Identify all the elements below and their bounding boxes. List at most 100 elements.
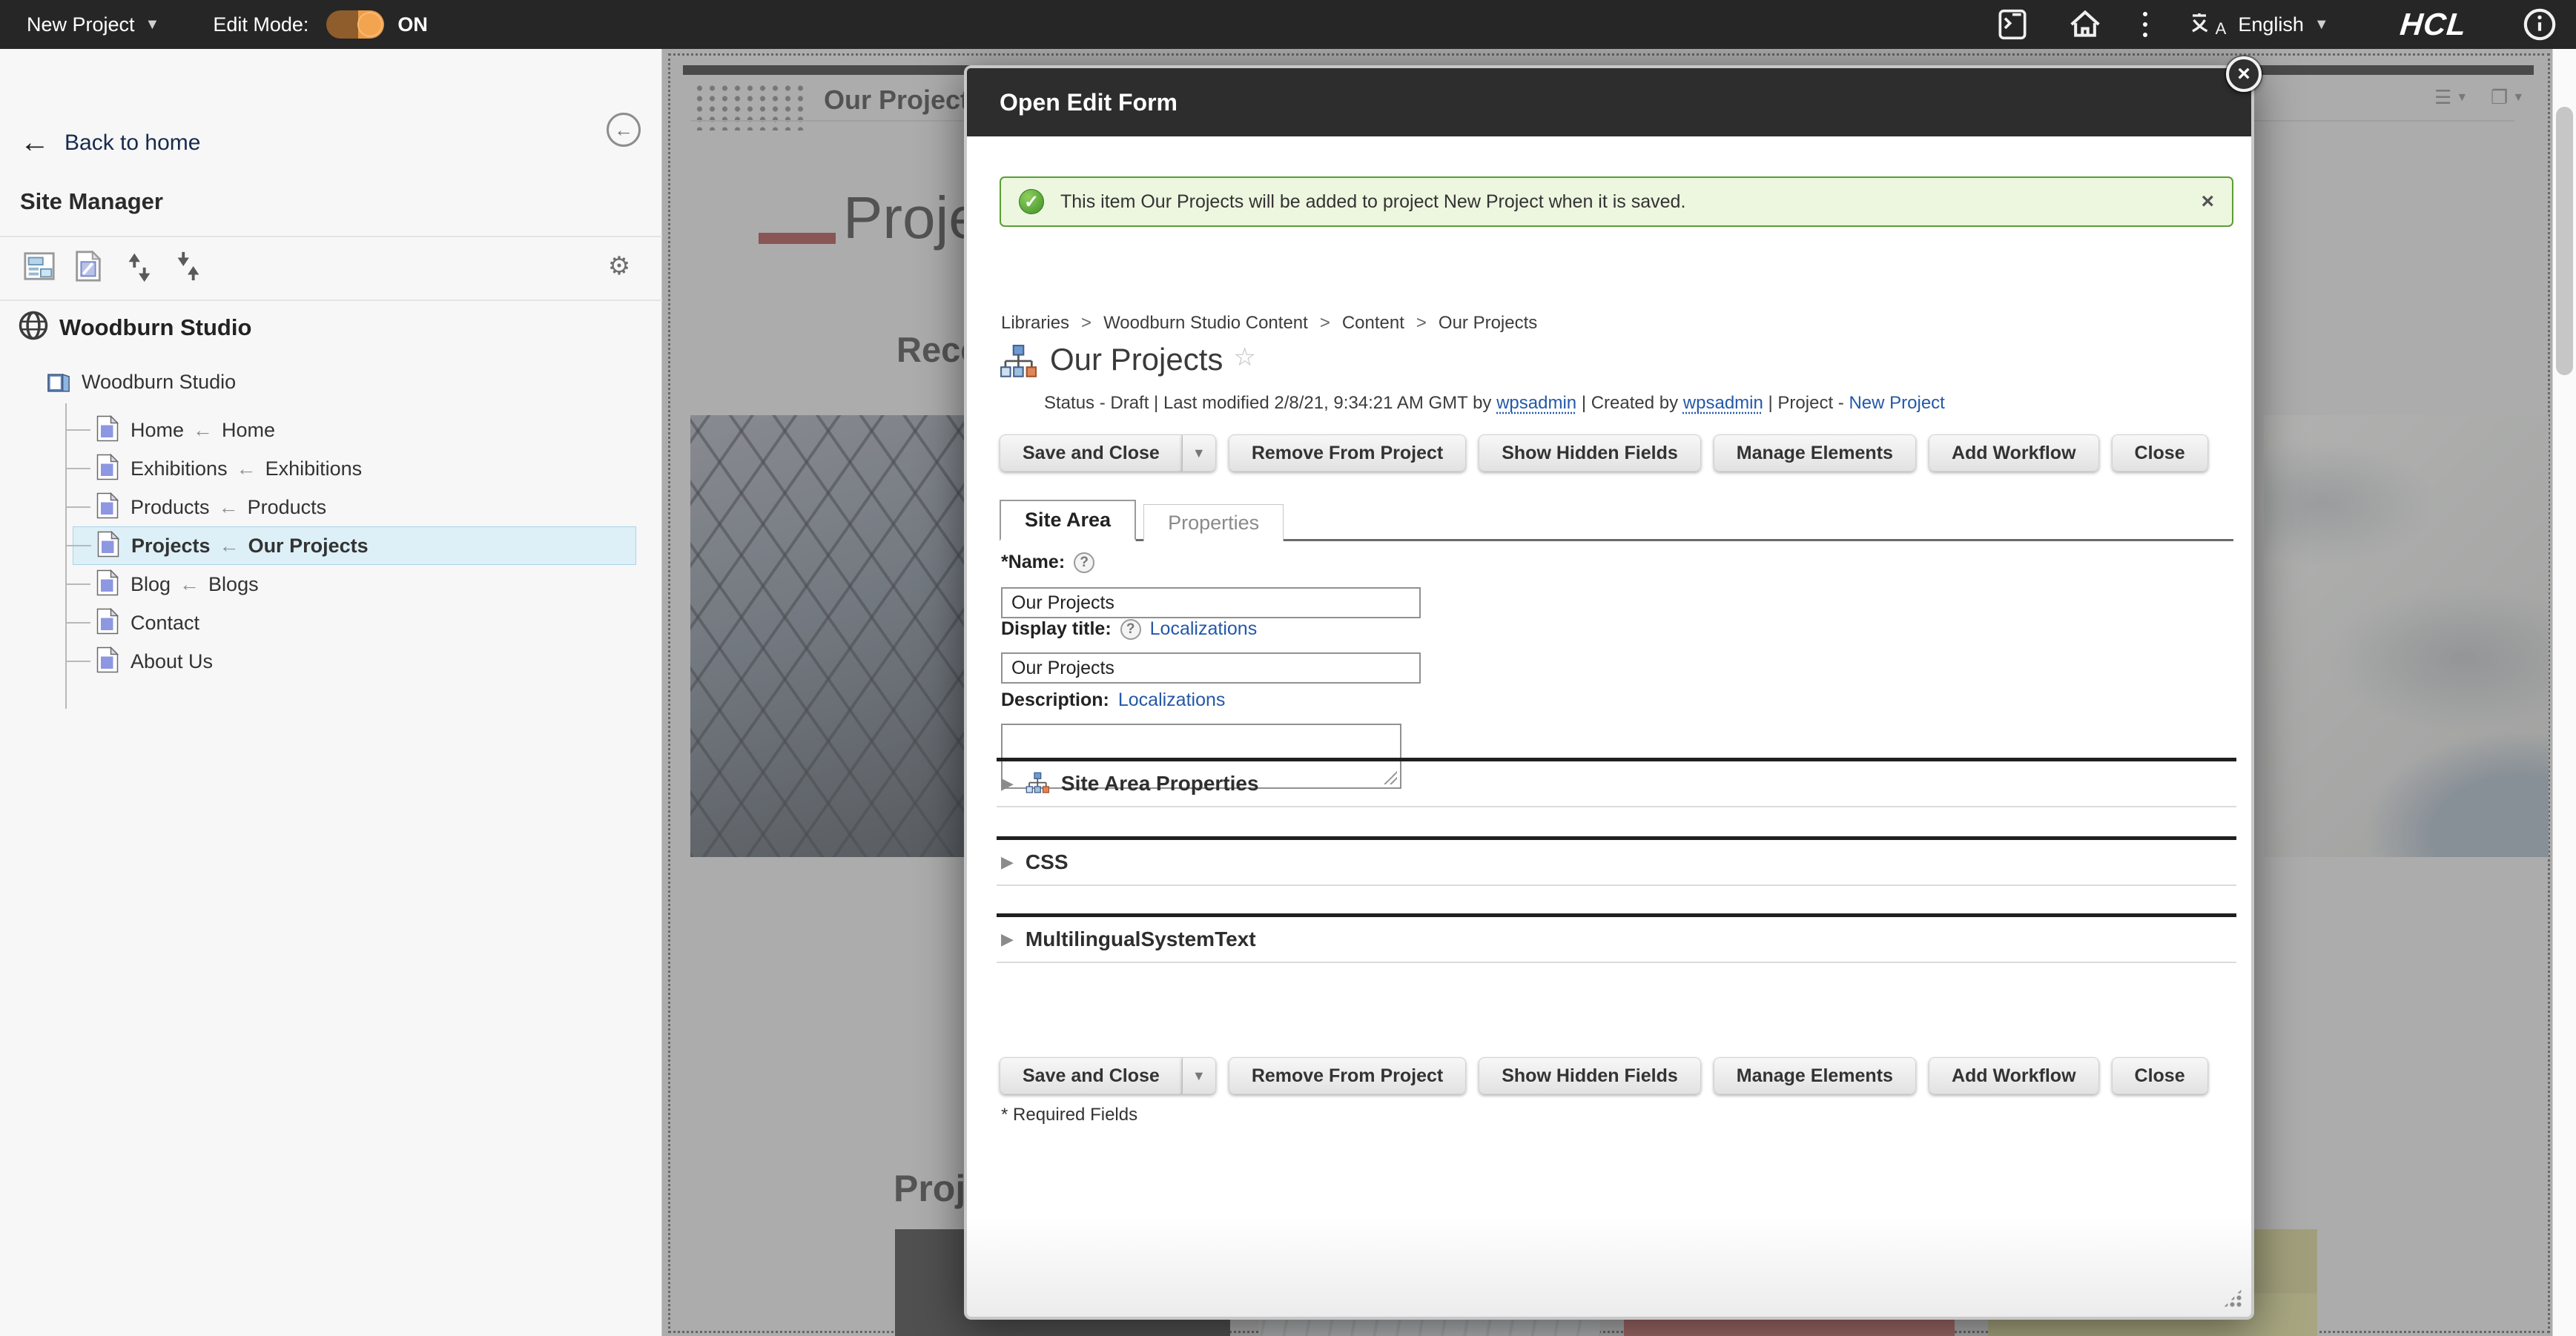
page-icon [96,415,119,446]
tree-item-home[interactable]: Home←Home [73,411,636,449]
success-check-icon: ✓ [1019,189,1044,214]
tree-item-projects-selected[interactable]: Projects←Our Projects [73,526,636,565]
language-selector[interactable]: English ▼ [2238,13,2328,36]
remove-from-project-button[interactable]: Remove From Project [1229,434,1466,472]
new-content-icon[interactable] [71,249,105,287]
site-header: Woodburn Studio [18,310,251,345]
site-name: Woodburn Studio [59,314,251,341]
project-selector-label: New Project [27,13,135,36]
breadcrumb-library[interactable]: Woodburn Studio Content [1103,313,1308,334]
display-title-localizations-link[interactable]: Localizations [1150,618,1258,640]
project-selector[interactable]: New Project ▼ [27,13,159,36]
info-icon[interactable] [2523,7,2557,42]
expand-all-icon[interactable] [122,249,156,287]
edit-mode-state: ON [397,13,428,36]
display-title-input[interactable] [1001,652,1421,684]
section-site-area-properties[interactable]: ▶ Site Area Properties [997,758,2236,807]
success-message: ✓ This item Our Projects will be added t… [1000,176,2233,227]
action-buttons-top: Save and Close ▼ Remove From Project Sho… [1000,434,2208,472]
expand-arrow-icon[interactable]: ▶ [1001,930,1014,949]
close-button[interactable]: Close [2112,434,2208,472]
page-icon [96,492,119,523]
settings-gear-icon[interactable]: ⚙ [602,249,636,283]
expand-arrow-icon[interactable]: ▶ [1001,853,1014,872]
created-by-link[interactable]: wpsadmin [1683,393,1763,413]
close-button[interactable]: Close [2112,1057,2208,1094]
vertical-scrollbar[interactable] [2552,49,2576,1336]
home-icon[interactable] [2069,8,2101,41]
show-hidden-fields-button[interactable]: Show Hidden Fields [1479,1057,1701,1094]
tree-item-blog[interactable]: Blog←Blogs [73,565,636,603]
dialog-title: Open Edit Form [1000,89,1178,116]
action-buttons-bottom: Save and Close ▼ Remove From Project Sho… [1000,1057,2208,1094]
tab-properties[interactable]: Properties [1143,504,1284,541]
manage-elements-button[interactable]: Manage Elements [1714,1057,1916,1094]
tree-item-exhibitions[interactable]: Exhibitions←Exhibitions [73,449,636,488]
new-site-area-icon[interactable] [22,249,56,287]
library-icon [46,369,71,394]
page-icon [97,531,119,561]
help-icon[interactable]: ? [1074,552,1094,573]
page-icon [96,569,119,600]
scrollbar-thumb[interactable] [2556,107,2573,375]
form-tabs: Site Area Properties [1000,500,2233,541]
item-title-row: Our Projects ☆ [1000,344,1256,381]
project-link[interactable]: New Project [1849,393,1944,413]
help-icon[interactable]: ? [1120,619,1141,640]
remove-from-project-button[interactable]: Remove From Project [1229,1057,1466,1094]
side-panel-icon[interactable] [1998,8,2027,41]
translate-icon: A [2189,11,2227,38]
dialog-close-button[interactable]: × [2226,56,2262,92]
description-label-row: Description: Localizations [1001,690,1225,711]
chevron-down-icon: ▼ [145,16,160,33]
page-icon [96,646,119,677]
description-localizations-link[interactable]: Localizations [1118,690,1226,711]
add-workflow-button[interactable]: Add Workflow [1929,1057,2099,1094]
page-icon [96,608,119,638]
sidebar-title: Site Manager [20,188,163,215]
save-options-dropdown[interactable]: ▼ [1182,1057,1216,1094]
sidebar-toolbar: ⚙ [0,237,662,300]
favorite-star-icon[interactable]: ☆ [1233,343,1255,372]
dialog-header[interactable]: Open Edit Form [967,68,2251,136]
name-label-row: *Name: ? [1001,552,1094,573]
breadcrumb-libraries[interactable]: Libraries [1001,313,1069,334]
site-area-icon [1026,772,1049,796]
show-hidden-fields-button[interactable]: Show Hidden Fields [1479,434,1701,472]
edit-mode-toggle[interactable] [326,10,384,39]
dialog-resize-grip[interactable] [2223,1289,2242,1308]
chevron-down-icon: ▼ [2314,16,2329,33]
success-message-text: This item Our Projects will be added to … [1060,191,1685,213]
breadcrumb-current: Our Projects [1439,313,1537,334]
tree-item-products[interactable]: Products←Products [73,488,636,526]
globe-icon [18,310,49,345]
save-and-close-button[interactable]: Save and Close [1000,1057,1182,1094]
back-to-home-link[interactable]: ← Back to home [20,126,200,159]
collapse-all-icon[interactable] [171,249,205,287]
divider [0,300,662,301]
item-title: Our Projects [1050,344,1223,375]
save-and-close-button[interactable]: Save and Close [1000,434,1182,472]
modified-by-link[interactable]: wpsadmin [1496,393,1576,413]
message-dismiss-icon[interactable]: × [2201,189,2214,214]
top-bar: New Project ▼ Edit Mode: ON A English ▼ [0,0,2576,49]
open-edit-form-dialog: Open Edit Form × ✓ This item Our Project… [964,65,2254,1320]
tree-item-about-us[interactable]: About Us [73,642,636,681]
language-label: English [2238,13,2304,36]
section-multilingual-system-text[interactable]: ▶ MultilingualSystemText [997,913,2236,963]
save-options-dropdown[interactable]: ▼ [1182,434,1216,472]
tree-root-node[interactable]: Woodburn Studio [46,369,236,394]
section-css[interactable]: ▶ CSS [997,836,2236,886]
tree-item-contact[interactable]: Contact [73,603,636,642]
breadcrumb: Libraries > Woodburn Studio Content > Co… [1001,313,1537,334]
kebab-menu-icon[interactable] [2143,12,2147,37]
manage-elements-button[interactable]: Manage Elements [1714,434,1916,472]
tab-site-area[interactable]: Site Area [1000,500,1136,541]
required-fields-note: * Required Fields [1001,1105,1137,1125]
name-input[interactable] [1001,587,1421,618]
breadcrumb-content[interactable]: Content [1342,313,1404,334]
collapse-panel-button[interactable]: ← [607,113,641,147]
add-workflow-button[interactable]: Add Workflow [1929,434,2099,472]
tree-connector [65,403,67,709]
expand-arrow-icon[interactable]: ▶ [1001,774,1014,793]
